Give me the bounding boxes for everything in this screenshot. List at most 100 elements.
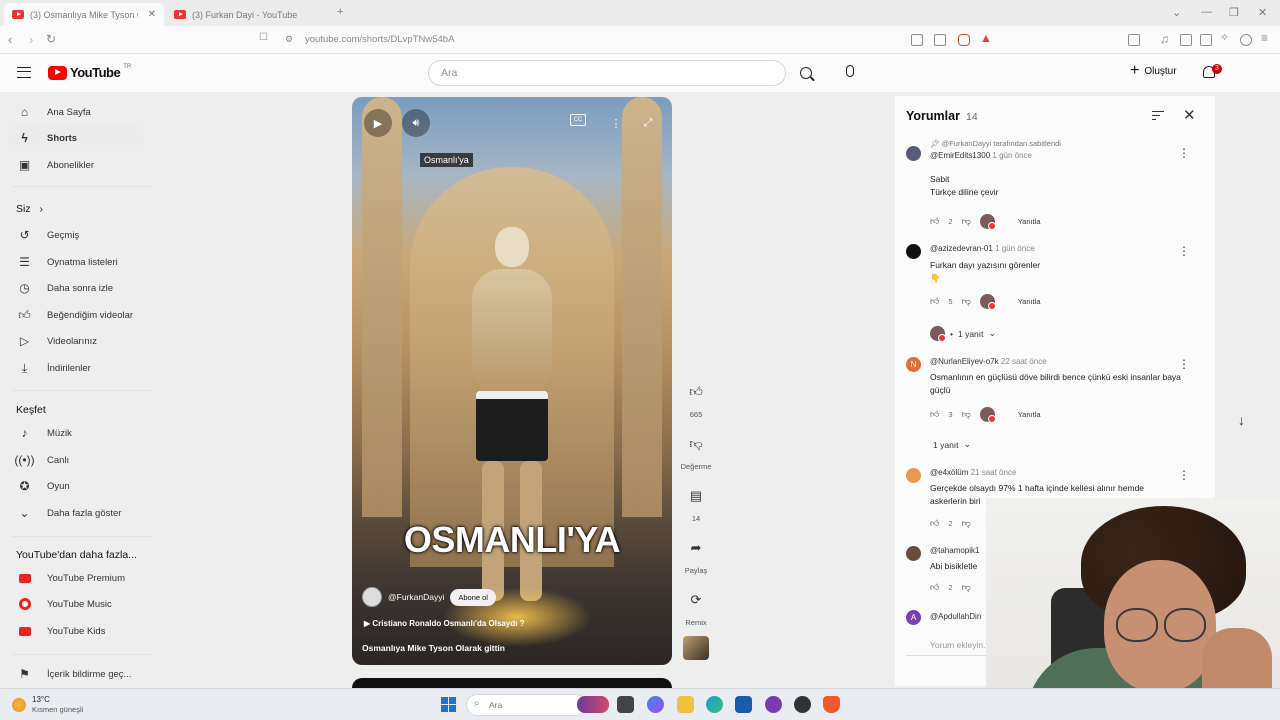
search-button[interactable] xyxy=(786,60,826,86)
thumb-down-icon[interactable]: 👎︎ xyxy=(962,296,971,307)
youtube-logo[interactable]: YouTube TR xyxy=(48,64,131,80)
channel-name[interactable]: @FurkanDayyi xyxy=(388,592,444,602)
copilot-icon[interactable] xyxy=(647,696,664,713)
more-options-icon[interactable]: ⋮ xyxy=(602,109,630,137)
search-input[interactable] xyxy=(428,60,786,86)
subscribe-button[interactable]: Abone ol xyxy=(450,588,496,606)
sidebar-item-shorts[interactable]: ϟ Shorts xyxy=(8,125,144,151)
cast-icon[interactable] xyxy=(911,34,923,46)
reply-button[interactable]: Yanıtla xyxy=(1018,217,1041,226)
commenter-avatar[interactable] xyxy=(906,146,921,161)
sidebar-item-watch-later[interactable]: ◷ Daha sonra izle xyxy=(8,275,144,301)
sidebar-item-youtube-music[interactable]: YouTube Music xyxy=(8,591,144,617)
dislike-button[interactable]: 👎︎ Değerme xyxy=(675,430,717,471)
sidebar-section-you[interactable]: Siz › xyxy=(16,203,43,215)
reply-button[interactable]: Yanıtla xyxy=(1018,297,1041,306)
comment-more-icon[interactable]: ⋮ xyxy=(1178,468,1190,482)
sidebar-item-show-more[interactable]: ⌄ Daha fazla göster xyxy=(8,500,144,526)
taskbar-search[interactable]: ⌕ Ara xyxy=(466,694,586,716)
view-replies-button[interactable]: 1 yanıt ⌄ xyxy=(933,439,971,450)
forward-icon[interactable]: › xyxy=(29,32,33,47)
sidebar-item-liked-videos[interactable]: 👍︎ Beğendiğim videolar xyxy=(8,302,144,328)
commenter-avatar[interactable] xyxy=(906,244,921,259)
share-icon[interactable] xyxy=(934,34,946,46)
comment-author[interactable]: @tahamopik1 xyxy=(930,546,979,555)
sidebar-item-music[interactable]: ♪ Müzik xyxy=(8,420,144,446)
thumb-up-icon[interactable]: 👍︎ xyxy=(930,518,939,529)
thumb-up-icon[interactable]: 👍︎ xyxy=(930,582,939,593)
close-icon[interactable]: ✕ xyxy=(1183,106,1196,124)
create-button[interactable]: + Oluştur xyxy=(1130,63,1177,79)
back-icon[interactable]: ‹ xyxy=(8,32,12,47)
voice-search-icon[interactable] xyxy=(846,65,854,77)
sidebar-item-gaming[interactable]: ✪ Oyun xyxy=(8,473,144,499)
comment-author[interactable]: @EmirEdits1300 1 gün önce xyxy=(930,151,1032,160)
share-button[interactable]: ➦ Paylaş xyxy=(675,534,717,575)
wallet-icon[interactable] xyxy=(1200,34,1212,46)
minimize-button[interactable]: — xyxy=(1201,6,1212,18)
sidebar-item-home[interactable]: ⌂ Ana Sayfa xyxy=(8,99,144,125)
menu-icon[interactable] xyxy=(17,67,31,78)
leo-ai-icon[interactable]: ✧ xyxy=(1220,31,1229,44)
windows-start-icon[interactable] xyxy=(441,697,456,712)
thumb-up-icon[interactable]: 👍︎ xyxy=(930,296,939,307)
store-icon[interactable] xyxy=(735,696,752,713)
sidebar-item-report[interactable]: ⚑ İçerik bildirme geç... xyxy=(8,661,144,687)
remix-button[interactable]: ⟳ Remix xyxy=(675,586,717,627)
channel-avatar[interactable] xyxy=(362,587,382,607)
arrow-down-icon[interactable]: ↓ xyxy=(1238,412,1245,428)
volume-icon[interactable]: 🔊︎ xyxy=(402,109,430,137)
fullscreen-icon[interactable]: ⤢ xyxy=(634,109,662,137)
reply-button[interactable]: Yanıtla xyxy=(1018,410,1041,419)
new-tab-button[interactable]: + xyxy=(337,6,343,18)
captions-icon[interactable]: CC xyxy=(570,114,586,126)
site-info-icon[interactable]: ⚙ xyxy=(285,34,293,45)
close-tab-icon[interactable]: ✕ xyxy=(148,9,156,20)
comment-author[interactable]: @NurlanEliyev-o7k 22 saat önce xyxy=(930,357,1047,366)
sidebar-item-playlists[interactable]: ☰ Oynatma listeleri xyxy=(8,249,144,275)
close-window-button[interactable]: ✕ xyxy=(1258,6,1267,19)
edge-icon[interactable] xyxy=(706,696,723,713)
playlist-link[interactable]: ▶ Cristiano Ronaldo Osmanlı'da Olsaydı ? xyxy=(364,619,525,628)
video-title[interactable]: Osmanlıya Mike Tyson Olarak gittin xyxy=(362,643,505,653)
thumb-up-icon[interactable]: 👍︎ xyxy=(930,216,939,227)
sidebar-item-youtube-premium[interactable]: YouTube Premium xyxy=(8,565,144,591)
browser-tab[interactable]: (3) Furkan Dayi - YouTube xyxy=(166,3,326,26)
sort-icon[interactable] xyxy=(1152,111,1164,121)
app-icon[interactable] xyxy=(765,696,782,713)
thumb-down-icon[interactable]: 👎︎ xyxy=(962,216,971,227)
tab-search-icon[interactable]: ⌄ xyxy=(1172,6,1181,19)
comment-author[interactable]: @e4xölüm 21 saat önce xyxy=(930,468,1016,477)
maximize-button[interactable]: ❐ xyxy=(1229,6,1239,19)
music-icon[interactable]: ♫ xyxy=(1160,32,1169,46)
sidebar-item-history[interactable]: ↺ Geçmiş xyxy=(8,222,144,248)
play-icon[interactable]: ▶ xyxy=(364,109,392,137)
comment-author[interactable]: @ApdullahDin xyxy=(930,612,981,621)
task-view-icon[interactable] xyxy=(617,696,634,713)
url-field[interactable]: youtube.com/shorts/DLvpTNw54bA xyxy=(305,34,454,45)
commenter-avatar[interactable]: A xyxy=(906,610,921,625)
comment-more-icon[interactable]: ⋮ xyxy=(1178,357,1190,371)
like-button[interactable]: 👍︎ 665 xyxy=(675,378,717,419)
thumb-down-icon[interactable]: 👎︎ xyxy=(962,582,971,593)
thumb-up-icon[interactable]: 👍︎ xyxy=(930,409,939,420)
thumb-down-icon[interactable]: 👎︎ xyxy=(962,518,971,529)
sidebar-item-live[interactable]: ((•)) Canlı xyxy=(8,447,144,473)
file-explorer-icon[interactable] xyxy=(677,696,694,713)
sidebar-item-downloads[interactable]: ⤓ İndirilenler xyxy=(8,355,144,381)
weather-widget[interactable]: 13°C Kısmen güneşli xyxy=(12,695,83,715)
commenter-avatar[interactable] xyxy=(906,468,921,483)
sidebar-item-youtube-kids[interactable]: YouTube Kids xyxy=(8,618,144,644)
obs-icon[interactable] xyxy=(794,696,811,713)
sidebar-item-subscriptions[interactable]: ▣ Abonelikler xyxy=(8,152,144,178)
brave-shield-icon[interactable] xyxy=(958,34,970,46)
comment-more-icon[interactable]: ⋮ xyxy=(1178,146,1190,160)
thumb-down-icon[interactable]: 👎︎ xyxy=(962,409,971,420)
sidebar-toggle-icon[interactable] xyxy=(1128,34,1140,46)
comment-author[interactable]: @azizedevran-01 1 gün önce xyxy=(930,244,1035,253)
view-replies-button[interactable]: • 1 yanıt ⌄ xyxy=(930,326,996,342)
vpn-icon[interactable] xyxy=(1240,34,1252,46)
menu-icon[interactable]: ≡ xyxy=(1261,31,1268,45)
commenter-avatar[interactable]: N xyxy=(906,357,921,372)
reading-list-icon[interactable] xyxy=(1180,34,1192,46)
